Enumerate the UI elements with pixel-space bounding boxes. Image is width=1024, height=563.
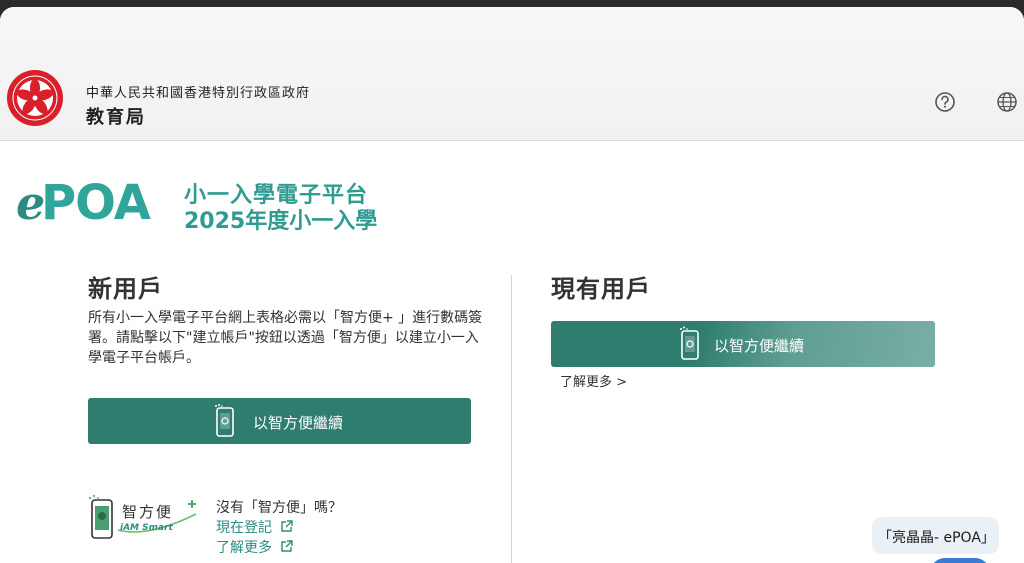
logo-main: POA <box>41 175 151 231</box>
new-user-iam-smart-button[interactable]: 以智方便繼續 <box>88 398 471 444</box>
external-link-icon <box>281 540 294 552</box>
video-caption-toast: 「亮晶晶- ePOA」 <box>872 517 999 554</box>
existing-user-title: 現有用戶 <box>551 275 651 303</box>
existing-user-iam-smart-button[interactable]: 以智方便繼續 <box>551 321 935 367</box>
existing-learn-more-link[interactable]: 了解更多 > <box>560 371 627 390</box>
bureau-name: 教育局 <box>86 107 146 128</box>
iam-smart-english: iAM Smart <box>120 523 173 533</box>
iam-smart-name: 智方便 <box>122 503 174 521</box>
government-name: 中華人民共和國香港特別行政區政府 <box>86 86 311 101</box>
brand-subtitle: 2025年度小一入學 <box>184 209 378 234</box>
learn-more-link[interactable]: 了解更多 <box>216 537 294 557</box>
no-iam-smart-question: 沒有「智方便」嗎？ <box>216 500 342 516</box>
learn-more-label: 了解更多 <box>216 540 272 556</box>
phone-icon <box>215 404 234 437</box>
globe-icon[interactable] <box>996 91 1018 113</box>
app-window: 中華人民共和國香港特別行政區政府 教育局 e POA 小一入學電子平台 2025… <box>0 7 1024 563</box>
new-user-title: 新用戶 <box>88 275 163 303</box>
register-now-label: 現在登記 <box>216 520 272 536</box>
existing-user-button-label: 以智方便繼續 <box>714 337 805 355</box>
floating-action-button[interactable] <box>930 558 990 563</box>
help-circle-icon[interactable] <box>934 91 956 113</box>
external-link-icon <box>281 520 294 532</box>
hksar-emblem-icon <box>7 70 63 126</box>
site-header: 中華人民共和國香港特別行政區政府 教育局 <box>0 7 1024 141</box>
toast-text: 「亮晶晶- ePOA」 <box>878 530 995 546</box>
phone-icon <box>680 326 699 360</box>
register-now-link[interactable]: 現在登記 <box>216 517 294 537</box>
column-divider <box>511 275 512 563</box>
new-user-button-label: 以智方便繼續 <box>253 414 344 432</box>
new-user-description: 所有小一入學電子平台網上表格必需以「智方便+ 」進行數碼簽署。請點擊以下"建立帳… <box>88 310 483 366</box>
